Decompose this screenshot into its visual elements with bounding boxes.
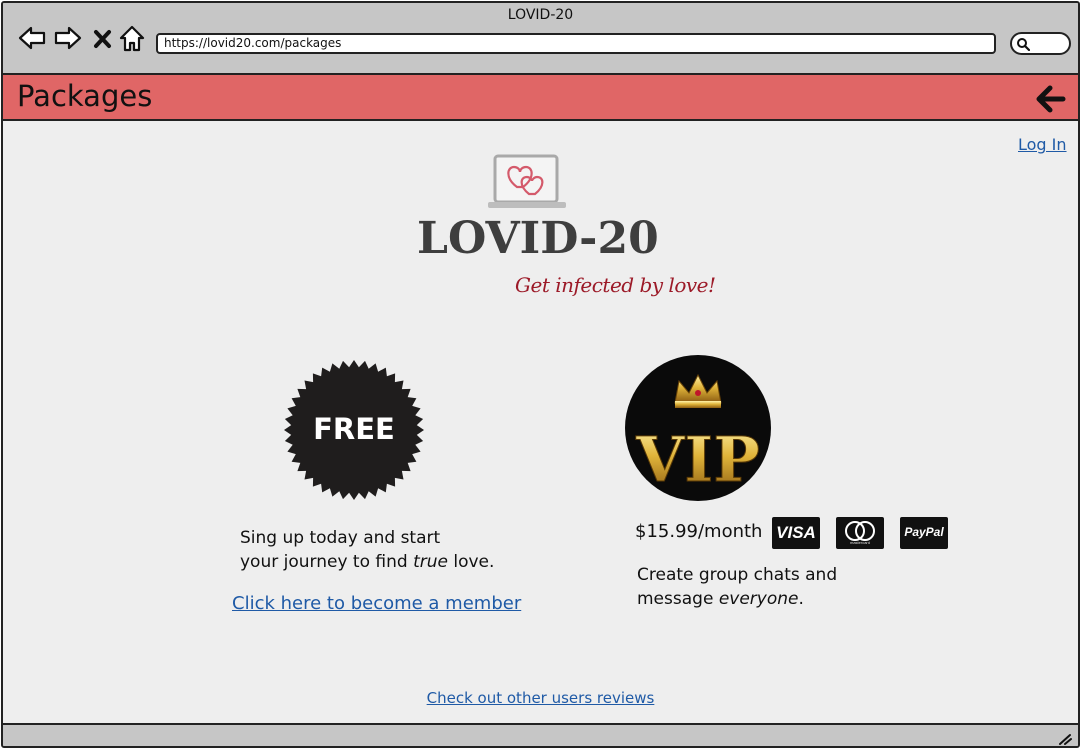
free-desc-line1: Sing up today and start	[240, 528, 441, 548]
address-bar[interactable]: https://lovid20.com/packages	[156, 33, 996, 54]
free-package-description: Sing up today and start your journey to …	[240, 526, 540, 574]
home-icon[interactable]	[117, 23, 147, 53]
resize-grip-icon[interactable]	[1058, 733, 1072, 745]
vip-desc-text-end: .	[798, 589, 804, 609]
vip-desc-line1: Create group chats and	[637, 565, 838, 585]
browser-search-field[interactable]	[1010, 32, 1071, 55]
paypal-icon: PayPal	[900, 517, 948, 549]
close-x-icon[interactable]	[90, 23, 116, 53]
logo-wordmark: LOVID-20	[417, 213, 659, 264]
visa-card-icon: VISA	[772, 517, 820, 549]
back-arrow-icon[interactable]	[1035, 84, 1067, 114]
free-package-badge[interactable]: FREE	[283, 359, 425, 501]
back-arrow-icon[interactable]	[17, 23, 47, 53]
paypal-label: PayPal	[904, 525, 944, 539]
free-desc-text: your journey to find	[240, 552, 414, 572]
page-title: Packages	[17, 79, 153, 113]
free-desc-line2: your journey to find true love.	[240, 550, 540, 574]
browser-statusbar	[3, 723, 1078, 746]
vip-badge-text: VIP	[635, 423, 760, 496]
laptop-hearts-icon	[488, 154, 566, 208]
vip-desc-emphasis: everyone	[718, 589, 799, 609]
vip-desc-text: message	[637, 589, 719, 609]
mastercard-icon: mastercard	[836, 517, 884, 549]
page-content: Log In LOVID-20 Get infected by love! FR…	[3, 121, 1078, 723]
free-desc-text-end: love.	[447, 552, 495, 572]
window-title: LOVID-20	[507, 7, 574, 23]
login-link[interactable]: Log In	[1018, 135, 1067, 154]
logo-tagline: Get infected by love!	[515, 273, 716, 297]
lovid-logo: LOVID-20 Get infected by love!	[415, 153, 735, 303]
magnifier-icon	[1017, 38, 1030, 51]
browser-window: LOVID-20 https://lovid20.com/packages Pa…	[1, 1, 1080, 748]
visa-label: VISA	[776, 523, 816, 542]
reviews-link-row: Check out other users reviews	[3, 689, 1078, 707]
browser-titlebar: LOVID-20 https://lovid20.com/packages	[3, 3, 1078, 73]
user-reviews-link[interactable]: Check out other users reviews	[427, 689, 655, 707]
vip-package-description: Create group chats and message everyone.	[637, 563, 937, 611]
free-desc-emphasis: true	[413, 552, 448, 572]
free-badge-text: FREE	[313, 412, 395, 446]
mastercard-label: mastercard	[849, 540, 870, 545]
become-member-link[interactable]: Click here to become a member	[232, 593, 521, 614]
vip-package-badge[interactable]: VIP	[623, 353, 773, 503]
forward-arrow-icon[interactable]	[53, 23, 83, 53]
vip-desc-line2: message everyone.	[637, 587, 937, 611]
vip-price: $15.99/month	[635, 521, 763, 542]
page-header: Packages	[3, 73, 1078, 121]
